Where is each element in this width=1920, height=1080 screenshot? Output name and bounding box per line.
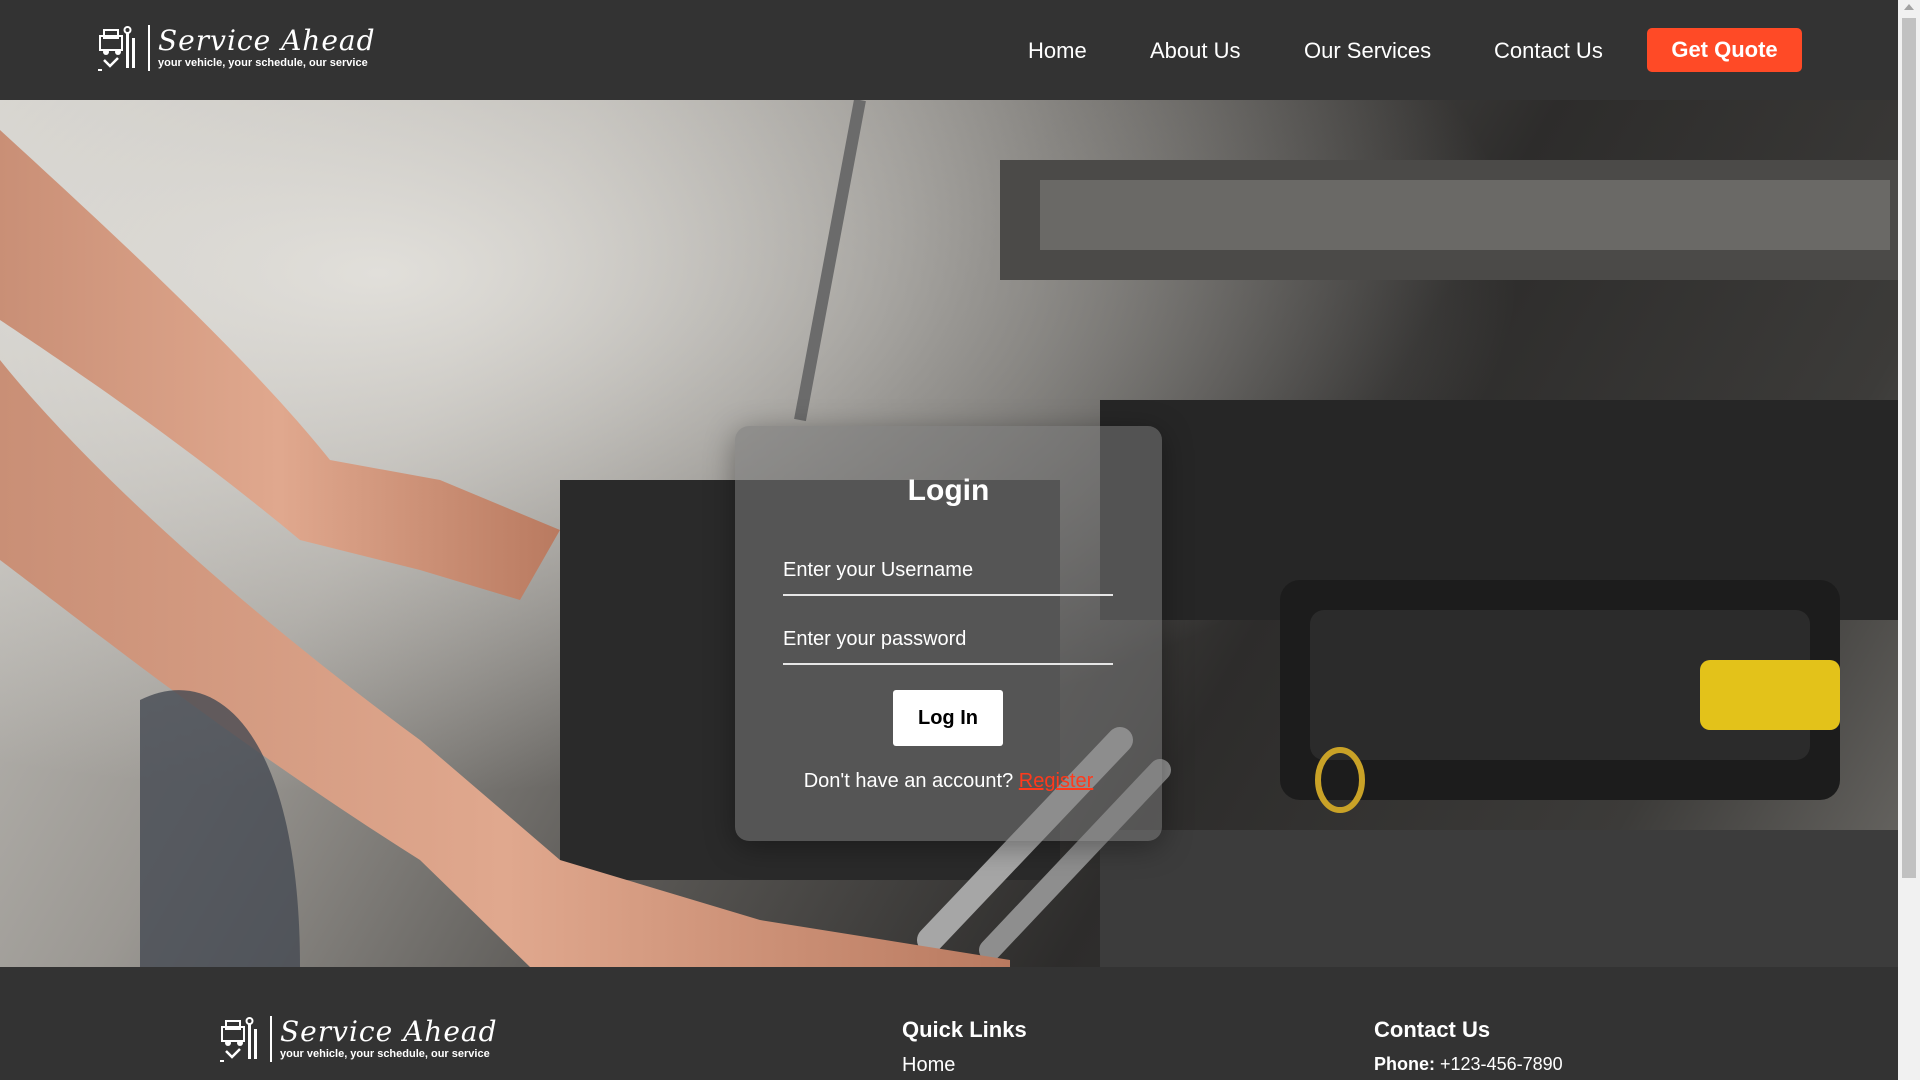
password-input[interactable] — [783, 615, 1113, 665]
login-title: Login — [907, 474, 990, 507]
get-quote-button[interactable]: Get Quote — [1647, 28, 1802, 72]
register-link[interactable]: Register — [1019, 770, 1093, 792]
nav-about-us[interactable]: About Us — [1150, 38, 1241, 64]
scroll-thumb[interactable] — [1902, 18, 1916, 878]
footer: Service Ahead your vehicle, your schedul… — [0, 967, 1898, 1080]
quick-links-title: Quick Links — [902, 1017, 1027, 1042]
footer-brand-logo[interactable]: Service Ahead your vehicle, your schedul… — [218, 1015, 498, 1063]
brand-tagline: your vehicle, your schedule, our service — [158, 57, 368, 69]
login-button[interactable]: Log In — [893, 690, 1003, 746]
phone-label: Phone: — [1374, 1054, 1435, 1074]
top-navbar: Service Ahead your vehicle, your schedul… — [0, 0, 1898, 100]
page-scrollbar[interactable] — [1898, 0, 1920, 1080]
footer-brand-tagline: your vehicle, your schedule, our service — [280, 1048, 490, 1060]
nav-home[interactable]: Home — [1028, 38, 1087, 64]
scroll-up-icon[interactable] — [1904, 4, 1914, 10]
register-prompt: Don't have an account? Register — [735, 770, 1162, 793]
contact-phone: Phone: +123-456-7890 — [1374, 1054, 1563, 1075]
login-card: Login Log In Don't have an account? Regi… — [735, 426, 1162, 841]
footer-brand-name: Service Ahead — [280, 1015, 498, 1048]
contact-title: Contact Us — [1374, 1017, 1491, 1042]
service-logo-icon — [96, 24, 140, 72]
nav-our-services[interactable]: Our Services — [1304, 38, 1431, 64]
register-prompt-text: Don't have an account? — [803, 770, 1014, 792]
username-input[interactable] — [783, 546, 1113, 596]
logo-divider — [148, 25, 150, 71]
logo-divider — [270, 1016, 272, 1062]
brand-name: Service Ahead — [158, 24, 376, 57]
brand-logo[interactable]: Service Ahead your vehicle, your schedul… — [96, 24, 376, 72]
nav-contact-us[interactable]: Contact Us — [1494, 38, 1603, 64]
service-logo-icon — [218, 1015, 262, 1063]
phone-number: +123-456-7890 — [1440, 1054, 1563, 1074]
hero-background: Login Log In Don't have an account? Regi… — [0, 100, 1898, 967]
footer-link-home[interactable]: Home — [902, 1054, 955, 1077]
